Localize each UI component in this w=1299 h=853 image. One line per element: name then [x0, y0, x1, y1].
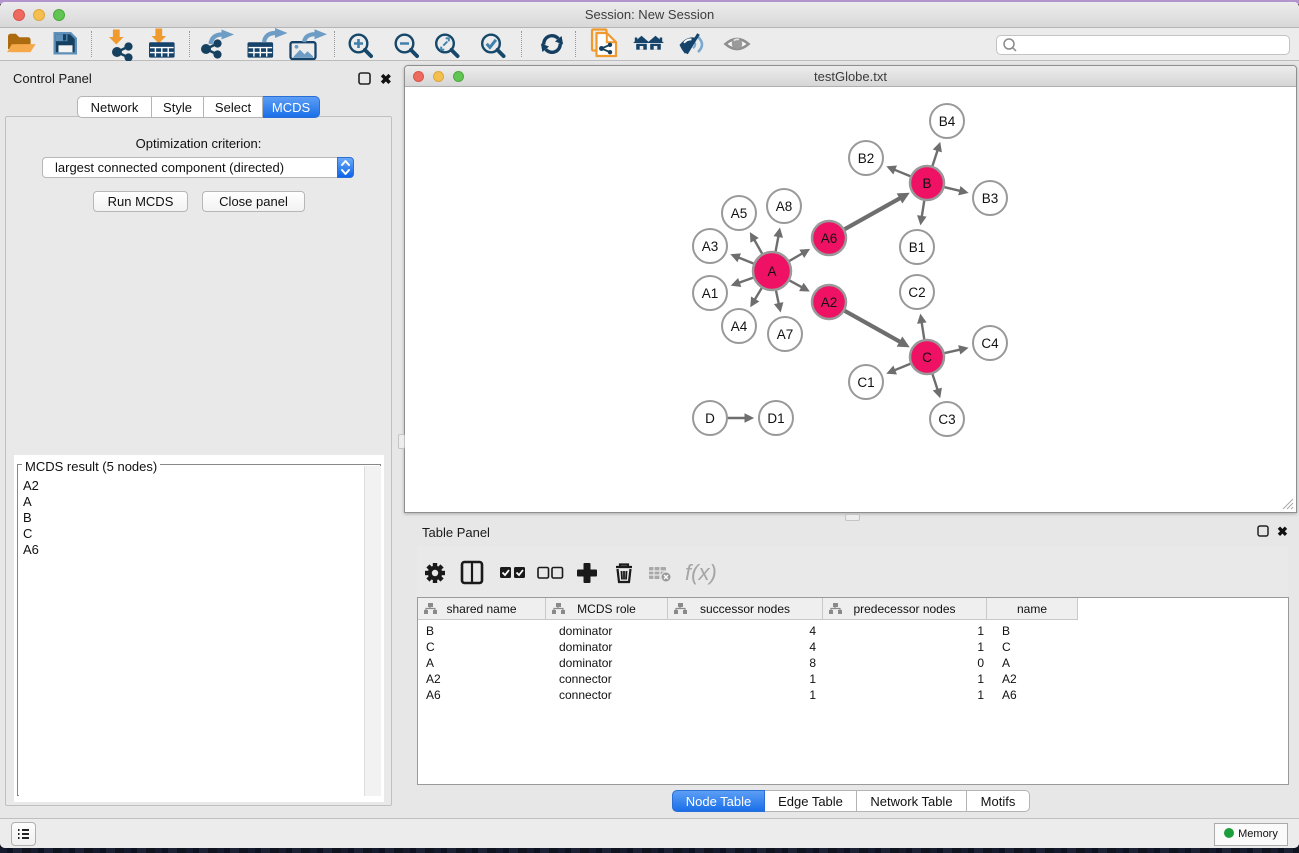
- svg-text:A8: A8: [776, 199, 793, 214]
- svg-text:✖: ✖: [380, 71, 392, 87]
- svg-text:✖: ✖: [1277, 524, 1288, 539]
- svg-text:D: D: [705, 411, 715, 426]
- svg-text:A: A: [767, 264, 776, 279]
- svg-text:A2: A2: [821, 295, 838, 310]
- svg-text:A4: A4: [731, 319, 748, 334]
- svg-text:D1: D1: [767, 411, 784, 426]
- svg-text:C4: C4: [981, 336, 999, 351]
- svg-text:B2: B2: [858, 151, 875, 166]
- svg-text:B4: B4: [939, 114, 956, 129]
- svg-text:A1: A1: [702, 286, 719, 301]
- svg-text:B: B: [922, 176, 931, 191]
- svg-text:C3: C3: [938, 412, 955, 427]
- svg-text:A3: A3: [702, 239, 719, 254]
- svg-text:C2: C2: [908, 285, 925, 300]
- svg-text:B3: B3: [982, 191, 999, 206]
- svg-text:A7: A7: [777, 327, 794, 342]
- svg-text:A5: A5: [731, 206, 748, 221]
- svg-text:f(x): f(x): [685, 560, 717, 585]
- svg-text:C1: C1: [857, 375, 874, 390]
- svg-text:B1: B1: [909, 240, 926, 255]
- svg-text:A6: A6: [821, 231, 838, 246]
- svg-text:C: C: [922, 350, 932, 365]
